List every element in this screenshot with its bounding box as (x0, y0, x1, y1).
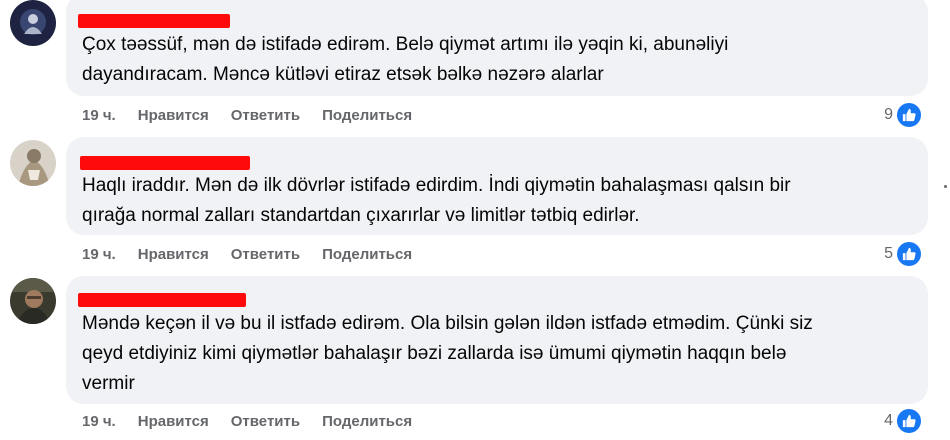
like-button[interactable]: Нравится (138, 413, 209, 430)
comment-bubble: Haqlı iraddır. Mən də ilk dövrlər istifa… (66, 137, 928, 235)
like-button[interactable]: Нравится (138, 107, 209, 124)
comment-text: Məndə keçən il və bu il istfadə edirəm. … (82, 313, 813, 394)
author-name[interactable] (78, 14, 230, 28)
reaction-summary[interactable]: 4 (884, 407, 923, 435)
like-thumb-icon (895, 407, 923, 435)
reply-button[interactable]: Ответить (231, 246, 300, 263)
comment-bubble: Məndə keçən il və bu il istfadə edirəm. … (66, 276, 928, 404)
comment-time[interactable]: 19 ч. (82, 413, 116, 430)
comment-time[interactable]: 19 ч. (82, 246, 116, 263)
comment-actions: 19 ч. Нравится Ответить Поделиться (82, 103, 434, 127)
reaction-count: 5 (884, 245, 893, 262)
reaction-summary[interactable]: 9 (884, 101, 923, 129)
comment-text: Çox təəssüf, mən də istifadə edirəm. Bel… (82, 34, 729, 85)
reaction-count: 4 (884, 412, 893, 429)
author-name[interactable] (80, 156, 250, 170)
comment-actions: 19 ч. Нравится Ответить Поделиться (82, 242, 434, 266)
avatar[interactable] (10, 278, 56, 324)
comment-bubble: Çox təəssüf, mən də istifadə edirəm. Bel… (66, 0, 928, 96)
comment-actions: 19 ч. Нравится Ответить Поделиться (82, 409, 434, 433)
like-thumb-icon (895, 101, 923, 129)
share-button[interactable]: Поделиться (322, 246, 412, 263)
reaction-summary[interactable]: 5 (884, 240, 923, 268)
reply-button[interactable]: Ответить (231, 413, 300, 430)
comment-time[interactable]: 19 ч. (82, 107, 116, 124)
like-thumb-icon (895, 240, 923, 268)
reply-button[interactable]: Ответить (231, 107, 300, 124)
avatar[interactable] (10, 0, 56, 46)
share-button[interactable]: Поделиться (322, 107, 412, 124)
author-name[interactable] (78, 293, 246, 307)
avatar[interactable] (10, 140, 56, 186)
reaction-count: 9 (884, 106, 893, 123)
comment-text: Haqlı iraddır. Mən də ilk dövrlər istifa… (82, 175, 791, 226)
like-button[interactable]: Нравится (138, 246, 209, 263)
more-dot-icon[interactable] (944, 185, 947, 188)
share-button[interactable]: Поделиться (322, 413, 412, 430)
